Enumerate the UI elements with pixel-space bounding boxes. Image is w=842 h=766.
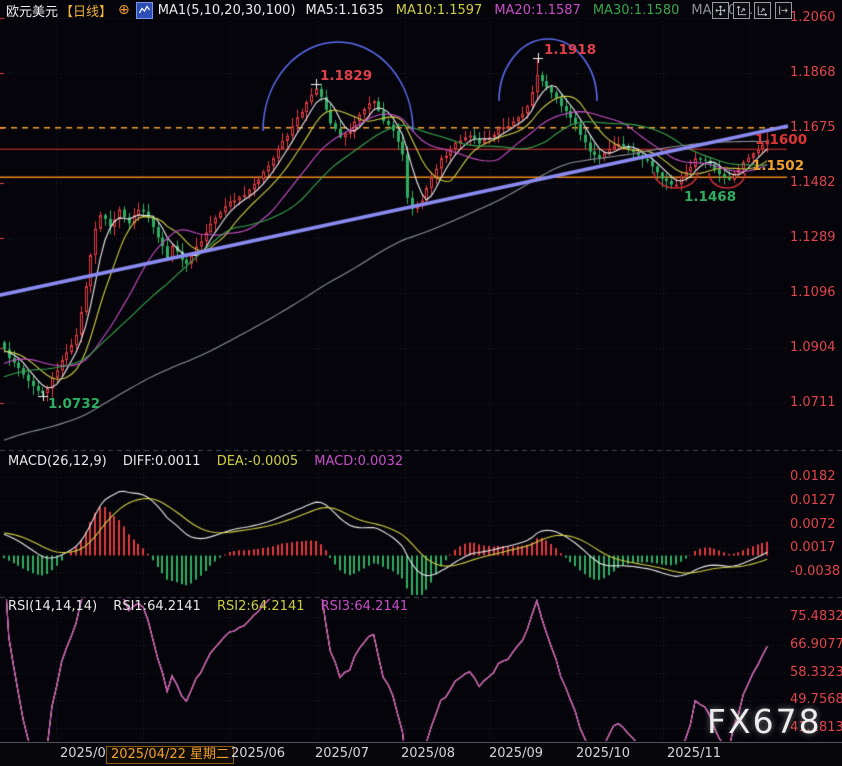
time-axis-label: 2025/09 xyxy=(489,746,543,761)
chart-toolbar xyxy=(712,2,792,19)
rsi-tick-label: 75.4832 xyxy=(790,609,842,624)
price-tick-label: 1.0904 xyxy=(790,340,836,355)
macd-diff-value: DIFF:0.0011 xyxy=(123,454,201,469)
price-annotation: 1.1468 xyxy=(684,189,736,205)
price-annotation: 1.1829 xyxy=(320,68,372,84)
time-axis-label: 2025/08 xyxy=(401,746,455,761)
rsi-tick-label: 58.3323 xyxy=(790,665,842,680)
axis-zoom-horizontal-icon[interactable] xyxy=(754,2,771,19)
time-axis-label: 2025/07 xyxy=(315,746,369,761)
rsi2-value: RSI2:64.2141 xyxy=(217,599,305,614)
ma30-value: MA30:1.1580 xyxy=(593,3,680,18)
rsi1-value: RSI1:64.2141 xyxy=(113,599,201,614)
time-axis-label: 2025/11 xyxy=(667,746,721,761)
add-indicator-icon[interactable]: ⊕ xyxy=(118,2,130,18)
price-annotation: 1.1502 xyxy=(752,158,804,174)
timeframe-label: 【日线】 xyxy=(60,1,112,20)
time-axis-label: 2025/06 xyxy=(231,746,285,761)
rsi-tick-label: 66.9077 xyxy=(790,637,842,652)
rsi-header: RSI(14,14,14) RSI1:64.2141 RSI2:64.2141 … xyxy=(8,599,408,614)
ma5-value: MA5:1.1635 xyxy=(306,3,384,18)
macd-tick-label: 0.0017 xyxy=(790,540,836,555)
pan-icon[interactable] xyxy=(712,2,729,19)
rsi-params: RSI(14,14,14) xyxy=(8,599,97,614)
macd-tick-label: 0.0182 xyxy=(790,469,836,484)
price-tick-label: 1.1868 xyxy=(790,65,836,80)
ma20-value: MA20:1.1587 xyxy=(494,3,581,18)
rsi3-value: RSI3:64.2141 xyxy=(321,599,409,614)
price-annotation: 1.1600 xyxy=(755,132,807,148)
ma10-value: MA10:1.1597 xyxy=(396,3,483,18)
time-axis-label: 2025/10 xyxy=(576,746,630,761)
time-axis: 2025/042025/04/22 星期二2025/062025/072025/… xyxy=(0,742,842,766)
crosshair-date-label: 2025/04/22 星期二 xyxy=(106,746,234,764)
macd-tick-label: 0.0072 xyxy=(790,517,836,532)
macd-tick-label: -0.0038 xyxy=(790,564,840,579)
price-tick-label: 1.1096 xyxy=(790,285,836,300)
chart-type-icon[interactable] xyxy=(136,2,153,19)
macd-value: MACD:0.0032 xyxy=(314,454,403,469)
symbol-name: 欧元美元 xyxy=(6,1,58,20)
macd-params: MACD(26,12,9) xyxy=(8,454,107,469)
watermark: FX678 xyxy=(707,702,822,741)
axis-zoom-vertical-icon[interactable] xyxy=(733,2,750,19)
shift-right-icon[interactable] xyxy=(775,2,792,19)
price-annotation: 1.1918 xyxy=(544,42,596,58)
price-tick-label: 1.1482 xyxy=(790,175,836,190)
trading-chart-window: 欧元美元 【日线】 ⊕ MA1(5,10,20,30,100) MA5:1.16… xyxy=(0,0,842,766)
macd-dea-value: DEA:-0.0005 xyxy=(217,454,298,469)
price-tick-label: 1.1289 xyxy=(790,230,836,245)
ma-settings-label: MA1(5,10,20,30,100) xyxy=(158,3,296,18)
price-annotation: 1.0732 xyxy=(48,396,100,412)
macd-header: MACD(26,12,9) DIFF:0.0011 DEA:-0.0005 MA… xyxy=(8,454,403,469)
macd-tick-label: 0.0127 xyxy=(790,493,836,508)
price-tick-label: 1.0711 xyxy=(790,395,836,410)
chart-canvas[interactable] xyxy=(0,0,842,766)
